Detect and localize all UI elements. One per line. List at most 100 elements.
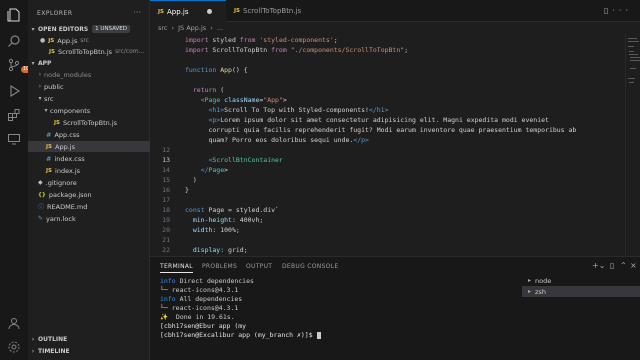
code-line[interactable] xyxy=(150,55,625,65)
code-line[interactable]: 14 </Page> xyxy=(150,165,625,175)
open-editor-item[interactable]: JS ScrollToTopBtn.js src/com... xyxy=(28,46,150,57)
tree-item-scrolltotopbtn[interactable]: JS ScrollToTopBtn.js xyxy=(28,117,150,128)
unsaved-dot-icon[interactable] xyxy=(206,9,212,14)
code-text: </Page> xyxy=(200,166,229,174)
breadcrumb-item[interactable]: ... xyxy=(217,24,223,32)
code-line[interactable]: <p>Lorem ipsum dolor sit amet consectetu… xyxy=(150,115,625,125)
code-line[interactable]: 20 width: 100%; xyxy=(150,225,625,235)
code-line[interactable] xyxy=(150,75,625,85)
minimap[interactable] xyxy=(625,34,640,256)
code-line[interactable]: return ( xyxy=(150,85,625,95)
code-line[interactable]: <Page className="App"> xyxy=(150,95,625,105)
tree-item-label: public xyxy=(44,82,64,91)
tab-label: App.js xyxy=(167,7,189,16)
code-line[interactable]: 17 xyxy=(150,195,625,205)
close-panel-icon[interactable]: × xyxy=(630,261,637,270)
outline-header[interactable]: › OUTLINE xyxy=(28,334,150,344)
extensions-icon[interactable] xyxy=(7,108,21,122)
breadcrumb-item[interactable]: JS App.js xyxy=(178,24,206,32)
breadcrumb-item[interactable]: src xyxy=(158,24,168,32)
line-number: 19 xyxy=(162,216,170,224)
tree-item-label: .gitignore xyxy=(45,178,77,187)
tree-item-src[interactable]: ▾ src xyxy=(28,93,150,104)
split-terminal-icon[interactable]: ▯ xyxy=(610,261,614,270)
code-line[interactable]: 13 <ScrollBtnContainer xyxy=(150,155,625,165)
code-line[interactable]: 18 const Page = styled.div` xyxy=(150,205,625,215)
code-line[interactable]: import styled from 'styled-components'; xyxy=(150,35,625,45)
tab-scrolltotopbtn[interactable]: JS ScrollToTopBtn.js xyxy=(226,0,316,22)
open-editor-name: ScrollToTopBtn.js xyxy=(58,47,113,56)
open-editor-item[interactable]: ● JS App.js src xyxy=(28,35,150,46)
project-header[interactable]: ▾ APP xyxy=(28,58,150,68)
code-line[interactable]: function App() { xyxy=(150,65,625,75)
run-debug-icon[interactable] xyxy=(7,84,21,98)
tree-item-label: ScrollToTopBtn.js xyxy=(63,118,118,127)
close-icon[interactable]: ● xyxy=(40,37,45,44)
more-actions-icon[interactable]: ··· xyxy=(612,6,632,15)
open-editors-header[interactable]: ▾ OPEN EDITORS 1 UNSAVED xyxy=(28,24,150,34)
terminal-cursor xyxy=(316,331,321,339)
code-line[interactable]: 16} xyxy=(150,185,625,195)
terminal-item-zsh[interactable]: ▸ zsh xyxy=(522,286,640,297)
code-text: const Page = styled.div` xyxy=(185,206,279,214)
code-line[interactable]: 22 display: grid; xyxy=(150,245,625,255)
code-line[interactable]: quam? Porro eos doloribus sequi unde.</p… xyxy=(150,135,625,145)
tab-problems[interactable]: PROBLEMS xyxy=(202,263,237,270)
tree-item-node-modules[interactable]: › node_modules xyxy=(28,69,150,80)
remote-explorer-icon[interactable] xyxy=(7,132,21,146)
editor-tabs: JS App.js JS ScrollToTopBtn.js ▯··· xyxy=(150,0,640,22)
unsaved-badge: 1 UNSAVED xyxy=(92,25,131,33)
open-editor-path: src/com... xyxy=(115,48,145,55)
open-editor-name: App.js xyxy=(57,36,78,45)
terminal-prompt[interactable]: [cbh17sen@Excalibur app (my_branch ✗)]$ xyxy=(160,331,321,339)
code-text: <h1>Scroll To Top with Styled-components… xyxy=(208,106,389,114)
tree-item-public[interactable]: › public xyxy=(28,81,150,92)
code-editor[interactable]: import styled from 'styled-components'; i… xyxy=(150,34,625,256)
explorer-icon[interactable] xyxy=(7,8,21,22)
tree-item-yarn-lock[interactable]: ✎ yarn.lock xyxy=(28,213,150,224)
js-file-icon: JS xyxy=(54,119,61,126)
settings-gear-icon[interactable] xyxy=(7,340,21,354)
code-line[interactable]: 15 ) xyxy=(150,175,625,185)
tab-terminal[interactable]: TERMINAL xyxy=(160,263,193,273)
tree-item-app-js[interactable]: JS App.js xyxy=(28,141,150,152)
chevron-right-icon: › xyxy=(171,24,175,32)
account-icon[interactable] xyxy=(7,316,21,330)
code-line[interactable]: import ScrollToTopBtn from "./components… xyxy=(150,45,625,55)
tree-item-components[interactable]: ▾ components xyxy=(28,105,150,116)
tree-item-label: index.js xyxy=(55,166,81,175)
terminal-item-node[interactable]: ▸ node xyxy=(522,275,640,286)
source-control-icon[interactable]: 10K xyxy=(7,58,35,73)
tree-item-app-css[interactable]: # App.css xyxy=(28,129,150,140)
code-text: function App() { xyxy=(185,66,248,74)
add-terminal-icon[interactable]: +⌄ xyxy=(592,261,605,270)
tree-item-gitignore[interactable]: ◆ .gitignore xyxy=(28,177,150,188)
chevron-up-icon[interactable]: ⌃ xyxy=(620,261,627,270)
tab-debug-console[interactable]: DEBUG CONSOLE xyxy=(282,263,338,270)
tab-output[interactable]: OUTPUT xyxy=(246,263,272,270)
tab-app-js[interactable]: JS App.js xyxy=(150,0,226,22)
js-file-icon: JS xyxy=(49,48,56,55)
search-icon[interactable] xyxy=(7,34,21,48)
chevron-right-icon: › xyxy=(31,347,35,355)
terminal-line: └─ react-icons@4.3.1 xyxy=(160,304,239,312)
tree-item-package-json[interactable]: {} package.json xyxy=(28,189,150,200)
code-text: import styled from 'styled-components'; xyxy=(185,36,338,44)
code-text: min-height: 400vh; xyxy=(192,216,264,224)
timeline-header[interactable]: › TIMELINE xyxy=(28,346,150,356)
code-line[interactable]: 21 xyxy=(150,235,625,245)
line-number: 17 xyxy=(162,196,170,204)
tree-item-index-js[interactable]: JS index.js xyxy=(28,165,150,176)
code-line[interactable]: 19 min-height: 400vh; xyxy=(150,215,625,225)
code-text: import ScrollToTopBtn from "./components… xyxy=(185,46,409,54)
js-file-icon: JS xyxy=(234,8,241,14)
more-actions-icon[interactable]: ··· xyxy=(133,8,141,17)
project-label: APP xyxy=(38,59,52,67)
tree-item-index-css[interactable]: # index.css xyxy=(28,153,150,164)
terminal-line: └─ react-icons@4.3.1 xyxy=(160,286,239,294)
code-line[interactable]: <h1>Scroll To Top with Styled-components… xyxy=(150,105,625,115)
code-line[interactable]: corrupti quia facilis reprehenderit fugi… xyxy=(150,125,625,135)
tree-item-readme[interactable]: ⓘ README.md xyxy=(28,201,150,212)
code-line[interactable]: 12 xyxy=(150,145,625,155)
tree-item-label: node_modules xyxy=(44,70,92,79)
